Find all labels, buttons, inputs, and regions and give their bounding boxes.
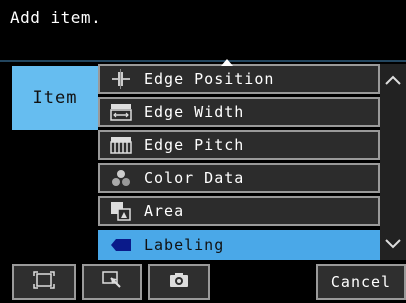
prompt-text: Add item. [10, 8, 102, 27]
item-list: Edge Position Edge Width Edge Pitch Colo… [98, 64, 380, 260]
header-bar: Add item. [0, 0, 406, 60]
list-item-label: Edge Width [144, 103, 245, 121]
fit-screen-button[interactable] [12, 264, 76, 300]
list-item-label: Edge Position [144, 70, 275, 88]
area-icon [108, 201, 134, 221]
scroll-position-marker-icon [221, 59, 233, 66]
chevron-down-icon[interactable] [380, 230, 406, 258]
edge-position-icon [108, 69, 134, 89]
zoom-select-button[interactable] [82, 264, 142, 300]
camera-button[interactable] [148, 264, 210, 300]
color-data-icon [108, 168, 134, 188]
edge-pitch-icon [108, 135, 134, 155]
list-item-label: Color Data [144, 169, 245, 187]
chevron-up-icon[interactable] [380, 66, 406, 94]
fit-screen-icon [33, 271, 55, 293]
list-item-label: Edge Pitch [144, 136, 245, 154]
cancel-button[interactable]: Cancel [316, 264, 406, 300]
labeling-icon [108, 235, 134, 255]
zoom-select-icon [102, 271, 122, 293]
camera-icon [169, 272, 189, 292]
list-item-color-data[interactable]: Color Data [98, 163, 380, 193]
list-scrollbar[interactable] [380, 64, 406, 260]
sidebar-tab-label: Item [32, 88, 78, 108]
edge-width-icon [108, 102, 134, 122]
bottom-toolbar: Cancel [0, 262, 406, 303]
sidebar-tab-item[interactable]: Item [12, 66, 98, 130]
list-item-edge-position[interactable]: Edge Position [98, 64, 380, 94]
cancel-button-label: Cancel [330, 273, 392, 291]
list-item-labeling[interactable]: Labeling [98, 230, 380, 260]
list-item-edge-pitch[interactable]: Edge Pitch [98, 130, 380, 160]
list-item-area[interactable]: Area [98, 196, 380, 226]
header-divider [0, 60, 406, 62]
list-item-label: Area [144, 202, 185, 220]
list-item-label: Labeling [144, 236, 225, 254]
list-item-edge-width[interactable]: Edge Width [98, 97, 380, 127]
